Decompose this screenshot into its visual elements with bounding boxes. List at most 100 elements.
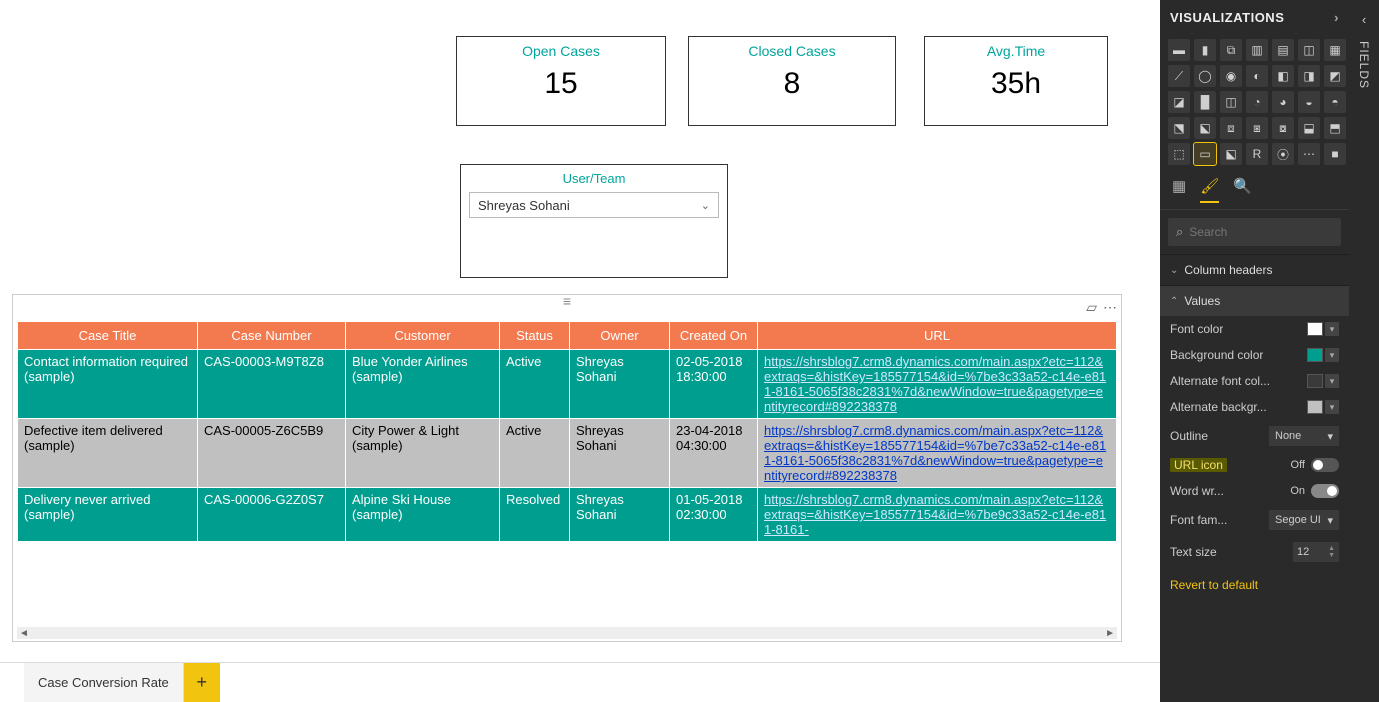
viz-type-icon[interactable]: ▤ — [1272, 39, 1294, 61]
visualizations-header[interactable]: VISUALIZATIONS › — [1160, 0, 1349, 35]
chevron-right-icon[interactable]: › — [1334, 10, 1339, 25]
format-search[interactable]: ⌕ — [1168, 218, 1341, 246]
font-family-dropdown[interactable]: Segoe UI ▾ — [1269, 510, 1339, 530]
card-avg-time[interactable]: Avg.Time 35h — [924, 36, 1108, 126]
viz-type-icon[interactable]: ◉ — [1220, 65, 1242, 87]
horizontal-scrollbar[interactable]: ◄ ► — [17, 627, 1117, 639]
card-closed-cases[interactable]: Closed Cases 8 — [688, 36, 896, 126]
table-cell: Delivery never arrived (sample) — [18, 488, 198, 542]
report-canvas: Open Cases 15 Closed Cases 8 Avg.Time 35… — [0, 0, 1160, 662]
url-link[interactable]: https://shrsblog7.crm8.dynamics.com/main… — [764, 423, 1106, 483]
viz-type-icon[interactable]: ▬ — [1168, 39, 1190, 61]
card-title: Closed Cases — [689, 43, 895, 59]
viz-type-icon[interactable]: ◐ — [1246, 65, 1268, 87]
viz-type-icon[interactable]: ▭ — [1194, 143, 1216, 165]
section-values[interactable]: ⌃ Values — [1160, 285, 1349, 316]
outline-dropdown[interactable]: None ▾ — [1269, 426, 1339, 446]
add-page-button[interactable]: + — [184, 663, 220, 702]
viz-type-icon[interactable]: ⧇ — [1272, 117, 1294, 139]
viz-type-icon[interactable]: ⬓ — [1298, 117, 1320, 139]
search-icon: ⌕ — [1176, 224, 1183, 240]
chevron-down-icon: ▾ — [1327, 430, 1333, 443]
section-label: Values — [1184, 294, 1220, 308]
viz-type-icon[interactable]: ◩ — [1324, 65, 1346, 87]
table-visual[interactable]: ≡ ▱ ⋯ Case TitleCase NumberCustomerStatu… — [12, 294, 1122, 642]
slicer-value: Shreyas Sohani — [478, 198, 570, 213]
column-header[interactable]: Status — [500, 322, 570, 350]
viz-type-icon[interactable]: ⬚ — [1168, 143, 1190, 165]
url-link[interactable]: https://shrsblog7.crm8.dynamics.com/main… — [764, 492, 1106, 537]
viz-type-icon[interactable]: ▮ — [1194, 39, 1216, 61]
viz-type-icon[interactable]: ◪ — [1168, 91, 1190, 113]
viz-type-icon[interactable]: █ — [1194, 91, 1216, 113]
viz-type-icon[interactable]: ◯ — [1194, 65, 1216, 87]
scroll-left-icon[interactable]: ◄ — [19, 628, 29, 639]
analytics-tab-icon[interactable]: 🔍 — [1233, 177, 1252, 203]
viz-type-icon[interactable]: ◔ — [1246, 91, 1268, 113]
column-header[interactable]: Case Title — [18, 322, 198, 350]
viz-type-icon[interactable]: ◫ — [1298, 39, 1320, 61]
chevron-down-icon: ▾ — [1325, 348, 1339, 362]
wordwrap-toggle[interactable]: On — [1290, 484, 1339, 498]
viz-type-icon[interactable]: R — [1246, 143, 1268, 165]
url-icon-toggle[interactable]: Off — [1291, 458, 1339, 472]
slicer-user-team[interactable]: User/Team Shreyas Sohani ⌄ — [460, 164, 728, 278]
text-size-input[interactable]: 12 ▲▼ — [1293, 542, 1339, 562]
table-row[interactable]: Delivery never arrived (sample)CAS-00006… — [18, 488, 1117, 542]
format-tab-icon[interactable]: 🖌 — [1200, 177, 1219, 203]
color-picker[interactable]: ▾ — [1307, 400, 1339, 414]
card-value: 35h — [925, 67, 1107, 101]
table-cell: 01-05-2018 02:30:00 — [670, 488, 758, 542]
column-header[interactable]: Customer — [346, 322, 500, 350]
url-link[interactable]: https://shrsblog7.crm8.dynamics.com/main… — [764, 354, 1106, 414]
viz-type-icon[interactable]: ■ — [1324, 143, 1346, 165]
column-header[interactable]: Created On — [670, 322, 758, 350]
viz-type-icon[interactable]: ⬕ — [1220, 143, 1242, 165]
viz-type-icon[interactable]: ◓ — [1324, 91, 1346, 113]
chevron-up-icon: ⌃ — [1170, 296, 1178, 307]
table-row[interactable]: Defective item delivered (sample)CAS-000… — [18, 419, 1117, 488]
viz-type-icon[interactable]: ▦ — [1324, 39, 1346, 61]
viz-type-icon[interactable]: ⧉ — [1220, 39, 1242, 61]
viz-type-icon[interactable]: ▥ — [1246, 39, 1268, 61]
viz-type-icon[interactable]: ⧆ — [1246, 117, 1268, 139]
card-value: 15 — [457, 67, 665, 101]
color-picker[interactable]: ▾ — [1307, 374, 1339, 388]
viz-type-icon[interactable]: ◧ — [1272, 65, 1294, 87]
card-title: Avg.Time — [925, 43, 1107, 59]
drag-handle-icon[interactable]: ≡ — [563, 293, 571, 309]
table-cell: City Power & Light (sample) — [346, 419, 500, 488]
color-picker[interactable]: ▾ — [1307, 322, 1339, 336]
table-cell: Active — [500, 419, 570, 488]
fields-panel-collapsed[interactable]: ‹ FIELDS — [1349, 0, 1379, 702]
fields-tab-icon[interactable]: ▦ — [1172, 177, 1186, 203]
viz-type-icon[interactable]: ◫ — [1220, 91, 1242, 113]
table-row[interactable]: Contact information required (sample)CAS… — [18, 350, 1117, 419]
viz-type-icon[interactable]: ◨ — [1298, 65, 1320, 87]
search-input[interactable] — [1189, 225, 1344, 239]
viz-type-icon[interactable]: ◒ — [1298, 91, 1320, 113]
column-header[interactable]: Case Number — [198, 322, 346, 350]
scroll-right-icon[interactable]: ► — [1105, 628, 1115, 639]
viz-type-icon[interactable]: ⬕ — [1194, 117, 1216, 139]
chevron-left-icon[interactable]: ‹ — [1362, 12, 1366, 27]
viz-type-icon[interactable]: ◕ — [1272, 91, 1294, 113]
column-header[interactable]: Owner — [570, 322, 670, 350]
card-open-cases[interactable]: Open Cases 15 — [456, 36, 666, 126]
viz-type-icon[interactable]: ⟋ — [1168, 65, 1190, 87]
column-header[interactable]: URL — [758, 322, 1117, 350]
more-options-icon[interactable]: ⋯ — [1103, 299, 1117, 316]
chevron-down-icon: ▾ — [1325, 374, 1339, 388]
viz-type-icon[interactable]: ⋯ — [1298, 143, 1320, 165]
focus-mode-icon[interactable]: ▱ — [1086, 299, 1097, 316]
viz-type-icon[interactable]: ⬔ — [1168, 117, 1190, 139]
viz-type-icon[interactable]: ⧈ — [1220, 117, 1242, 139]
viz-type-icon[interactable]: ⬒ — [1324, 117, 1346, 139]
revert-to-default[interactable]: Revert to default — [1160, 568, 1349, 602]
visual-toolbar: ▱ ⋯ — [1086, 299, 1117, 316]
section-column-headers[interactable]: ⌄ Column headers — [1160, 254, 1349, 285]
viz-type-icon[interactable]: ⦿ — [1272, 143, 1294, 165]
slicer-dropdown[interactable]: Shreyas Sohani ⌄ — [469, 192, 719, 218]
page-tab[interactable]: Case Conversion Rate — [24, 663, 184, 702]
color-picker[interactable]: ▾ — [1307, 348, 1339, 362]
